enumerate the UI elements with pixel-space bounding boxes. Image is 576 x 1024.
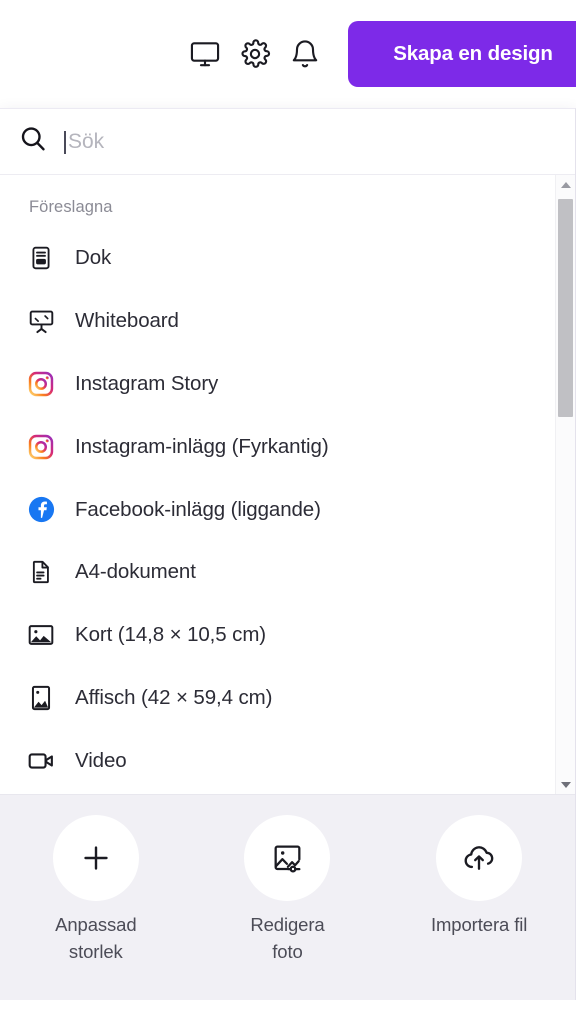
suggestion-item-dok[interactable]: Dok	[0, 227, 575, 290]
search-input[interactable]	[64, 121, 575, 162]
instagram-icon	[24, 430, 58, 464]
settings-icon	[239, 38, 271, 70]
suggestion-item-facebook-post-landscape[interactable]: Facebook-inlägg (liggande)	[0, 478, 575, 541]
display-icon	[189, 38, 221, 70]
search-icon	[18, 124, 48, 159]
settings-icon-button[interactable]	[230, 29, 280, 79]
suggestion-label: Kort (14,8 × 10,5 cm)	[75, 623, 267, 647]
suggestion-label: Instagram-inlägg (Fyrkantig)	[75, 434, 329, 458]
create-design-button[interactable]: Skapa en design	[348, 21, 576, 87]
scroll-thumb[interactable]	[558, 199, 573, 417]
image-landscape-icon	[24, 618, 58, 652]
list-scrollbar[interactable]	[555, 175, 575, 794]
image-portrait-icon	[24, 681, 58, 715]
facebook-icon	[24, 493, 58, 527]
suggestion-label: Affisch (42 × 59,4 cm)	[75, 685, 273, 709]
suggestion-label: Whiteboard	[75, 309, 179, 333]
suggestion-item-video[interactable]: Video	[0, 729, 575, 792]
import-file-label: Importera fil	[430, 914, 528, 935]
suggestion-item-whiteboard[interactable]: Whiteboard	[0, 290, 575, 353]
instagram-icon	[24, 367, 58, 401]
scroll-down-arrow-icon[interactable]	[556, 775, 575, 794]
suggestion-label: Dok	[75, 246, 112, 270]
photo-edit-icon	[244, 815, 331, 901]
custom-size-label: Anpassad storlek	[55, 914, 137, 962]
document-page-icon	[24, 555, 58, 589]
suggestion-label: Video	[75, 748, 127, 772]
display-icon-button[interactable]	[180, 29, 230, 79]
suggestion-item-card[interactable]: Kort (14,8 × 10,5 cm)	[0, 604, 575, 667]
notifications-icon	[289, 38, 321, 70]
suggestions-section-label: Föreslagna	[29, 198, 113, 216]
import-file-button[interactable]: Importera fil	[404, 815, 554, 939]
footer-action-bar: Anpassad storlek Redigera foto Importera…	[0, 794, 575, 1000]
custom-size-button[interactable]: Anpassad storlek	[21, 815, 171, 966]
suggestion-label: A4-dokument	[75, 560, 196, 584]
suggestion-item-instagram-story[interactable]: Instagram Story	[0, 353, 575, 416]
doc-icon	[24, 241, 58, 275]
whiteboard-icon	[24, 304, 58, 338]
top-header: Skapa en design	[0, 0, 576, 108]
scroll-up-arrow-icon[interactable]	[556, 175, 575, 194]
suggestion-item-poster[interactable]: Affisch (42 × 59,4 cm)	[0, 667, 575, 730]
design-type-dropdown-panel: Föreslagna Dok	[0, 108, 576, 1000]
suggestion-label: Instagram Story	[75, 371, 219, 395]
suggestions-list[interactable]: Föreslagna Dok Whiteboard Instagram Stor…	[0, 175, 575, 794]
notifications-icon-button[interactable]	[280, 29, 330, 79]
edit-photo-button[interactable]: Redigera foto	[212, 815, 362, 966]
video-icon	[24, 744, 58, 778]
suggestion-item-a4-document[interactable]: A4-dokument	[0, 541, 575, 604]
plus-icon	[52, 815, 139, 901]
search-row	[0, 109, 575, 175]
page-background	[0, 1000, 576, 1024]
text-caret	[64, 130, 66, 154]
edit-photo-label: Redigera foto	[250, 914, 325, 962]
suggestion-item-instagram-post-square[interactable]: Instagram-inlägg (Fyrkantig)	[0, 415, 575, 478]
suggestion-label: Facebook-inlägg (liggande)	[75, 497, 321, 521]
search-input-wrap	[64, 121, 575, 162]
cloud-upload-icon	[436, 815, 523, 901]
